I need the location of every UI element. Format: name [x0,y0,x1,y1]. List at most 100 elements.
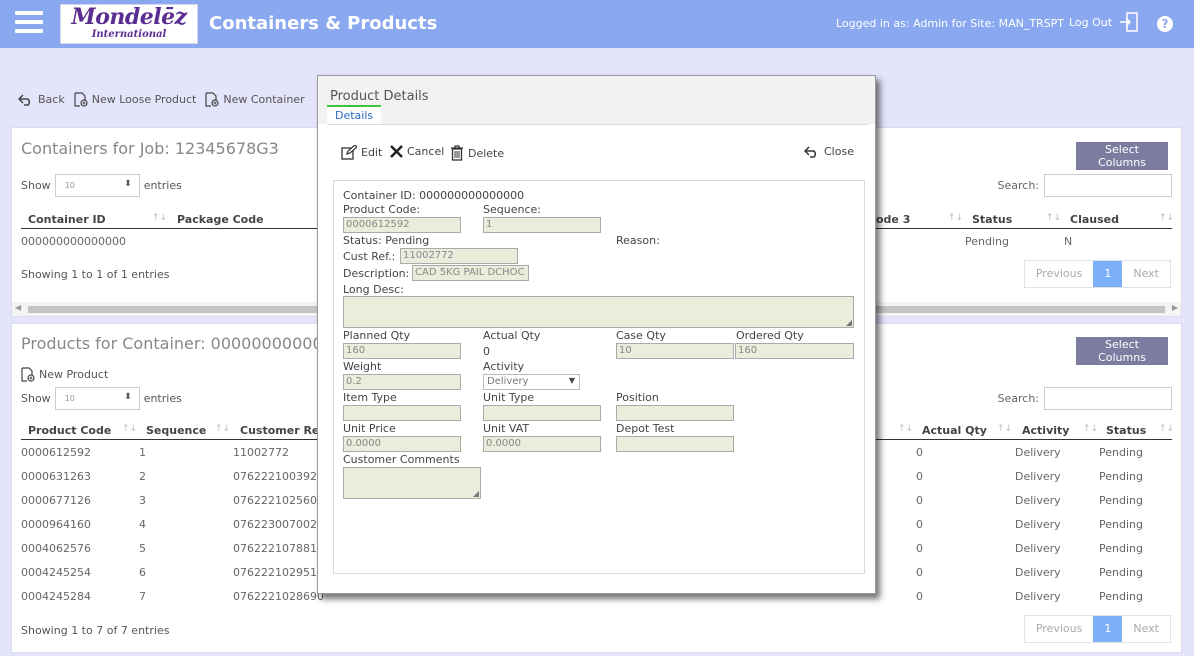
pagination: Previous 1 Next [1023,615,1171,643]
col-product-code[interactable]: Product Code [28,424,111,437]
app-header: Mondelēz International Containers & Prod… [0,0,1194,48]
sort-icon: ↑↓ [997,424,1013,434]
cell-seq: 1 [139,446,146,459]
page-length-select[interactable]: 10 ⬍ [54,174,140,197]
page-1-button[interactable]: 1 [1093,261,1123,287]
customer-comments-textarea[interactable]: ◢ [343,467,481,499]
page-1-button[interactable]: 1 [1093,616,1123,642]
close-button[interactable]: Close [804,145,854,158]
depot-test-label: Depot Test [616,422,675,435]
select-columns-button[interactable]: Select Columns [1076,142,1168,170]
resize-grip-icon[interactable]: ◢ [473,490,479,498]
select-columns-button[interactable]: Select Columns [1076,337,1168,365]
sort-icon: ↑↓ [948,213,964,223]
col-actual-qty[interactable]: Actual Qty [922,424,987,437]
resize-grip-icon[interactable]: ◢ [846,319,852,327]
product-details-form: Container ID: 000000000000000 Product Co… [333,180,865,574]
col-package-code[interactable]: Package Code [177,213,264,226]
description-label: Description: [343,267,410,280]
scroll-right-icon[interactable]: ▶ [1172,303,1178,312]
edit-button[interactable]: Edit [341,145,382,160]
login-info: Logged in as: Admin for Site: MAN_TRSPT [836,17,1065,30]
cell-code: 0004245284 [21,590,91,603]
search-control: Search: [998,387,1172,410]
description-field[interactable]: CAD 5KG PAIL DCHOC [412,265,529,281]
next-button[interactable]: Next [1122,616,1170,642]
scroll-left-icon[interactable]: ◀ [15,303,21,312]
cell-seq: 4 [139,518,146,531]
col-status[interactable]: Status [1106,424,1146,437]
mondelez-logo: Mondelēz International [60,4,198,44]
new-product-button[interactable]: New Product [21,367,108,382]
product-code-label: Product Code: [343,203,421,216]
new-document-icon [205,92,219,107]
col-status[interactable]: Status [972,213,1012,226]
logout-button[interactable]: Log Out [1069,11,1140,33]
sort-icon: ↑↓ [215,424,231,434]
ordered-qty-field[interactable]: 160 [735,343,854,359]
products-title: Products for Container: 0000000000000 [21,334,343,353]
activity-select[interactable]: Delivery ▼ [483,374,580,390]
tab-details[interactable]: Details [327,105,382,124]
trash-icon [451,145,463,161]
cell-actual: 0 [916,470,923,483]
sequence-field[interactable]: 1 [483,217,601,233]
cell-code: 0000677126 [21,494,91,507]
cell-status: Pending [1099,518,1143,531]
help-icon[interactable]: ? [1157,16,1173,32]
position-label: Position [616,391,659,404]
new-loose-product-button[interactable]: New Loose Product [74,92,196,107]
product-code-field[interactable]: 0000612592 [343,217,461,233]
logout-label: Log Out [1069,15,1113,29]
menu-icon[interactable] [15,11,43,35]
position-field[interactable] [616,405,734,421]
depot-test-field[interactable] [616,436,734,452]
table-info: Showing 1 to 7 of 7 entries [21,624,170,637]
delete-button[interactable]: Delete [450,145,504,161]
cell-ref: 0762221029513 [233,566,324,579]
cust-ref-field[interactable]: 11002772 [400,248,518,264]
col-claused[interactable]: Claused [1070,213,1119,226]
cell-status: Pending [1099,566,1143,579]
col-sequence[interactable]: Sequence [146,424,206,437]
page-length-select[interactable]: 10 ⬍ [54,387,140,410]
unit-type-field[interactable] [483,405,601,421]
back-button[interactable]: Back [18,93,65,106]
weight-field[interactable]: 0.2 [343,374,461,390]
close-x-icon [390,145,403,158]
table-info: Showing 1 to 1 of 1 entries [21,268,170,281]
case-qty-field[interactable]: 10 [616,343,734,359]
col-code-3[interactable]: ode 3 [876,213,910,226]
page-length-control: Show 10 ⬍ entries [21,174,182,197]
dropdown-arrow-icon: ▼ [568,376,575,385]
sort-icon: ↑↓ [152,213,168,223]
cell-code: 0000964160 [21,518,91,531]
col-activity[interactable]: Activity [1022,424,1069,437]
search-input[interactable] [1044,387,1172,410]
cell-actual: 0 [916,590,923,603]
chevron-updown-icon: ⬍ [124,179,132,189]
cell-code: 0000612592 [21,446,91,459]
search-control: Search: [998,174,1172,197]
actual-qty-label: Actual Qty [483,329,541,342]
cell-actual: 0 [916,518,923,531]
previous-button[interactable]: Previous [1025,261,1094,287]
search-input[interactable] [1044,174,1172,197]
item-type-label: Item Type [343,391,397,404]
col-container-id[interactable]: Container ID [28,213,106,226]
next-button[interactable]: Next [1122,261,1170,287]
tab-divider [327,124,869,125]
unit-price-field[interactable]: 0.0000 [343,436,461,452]
cell-ref: 0762221028690 [233,590,324,603]
cell-status: Pending [1099,470,1143,483]
new-container-button[interactable]: New Container [205,92,305,107]
item-type-field[interactable] [343,405,461,421]
cell-code: 0004062576 [21,542,91,555]
col-customer-ref[interactable]: Customer Ref. [240,424,328,437]
previous-button[interactable]: Previous [1025,616,1094,642]
long-desc-textarea[interactable]: ◢ [343,296,854,328]
planned-qty-field[interactable]: 160 [343,343,461,359]
unit-vat-field[interactable]: 0.0000 [483,436,601,452]
cancel-button[interactable]: Cancel [390,145,444,158]
cell-seq: 3 [139,494,146,507]
